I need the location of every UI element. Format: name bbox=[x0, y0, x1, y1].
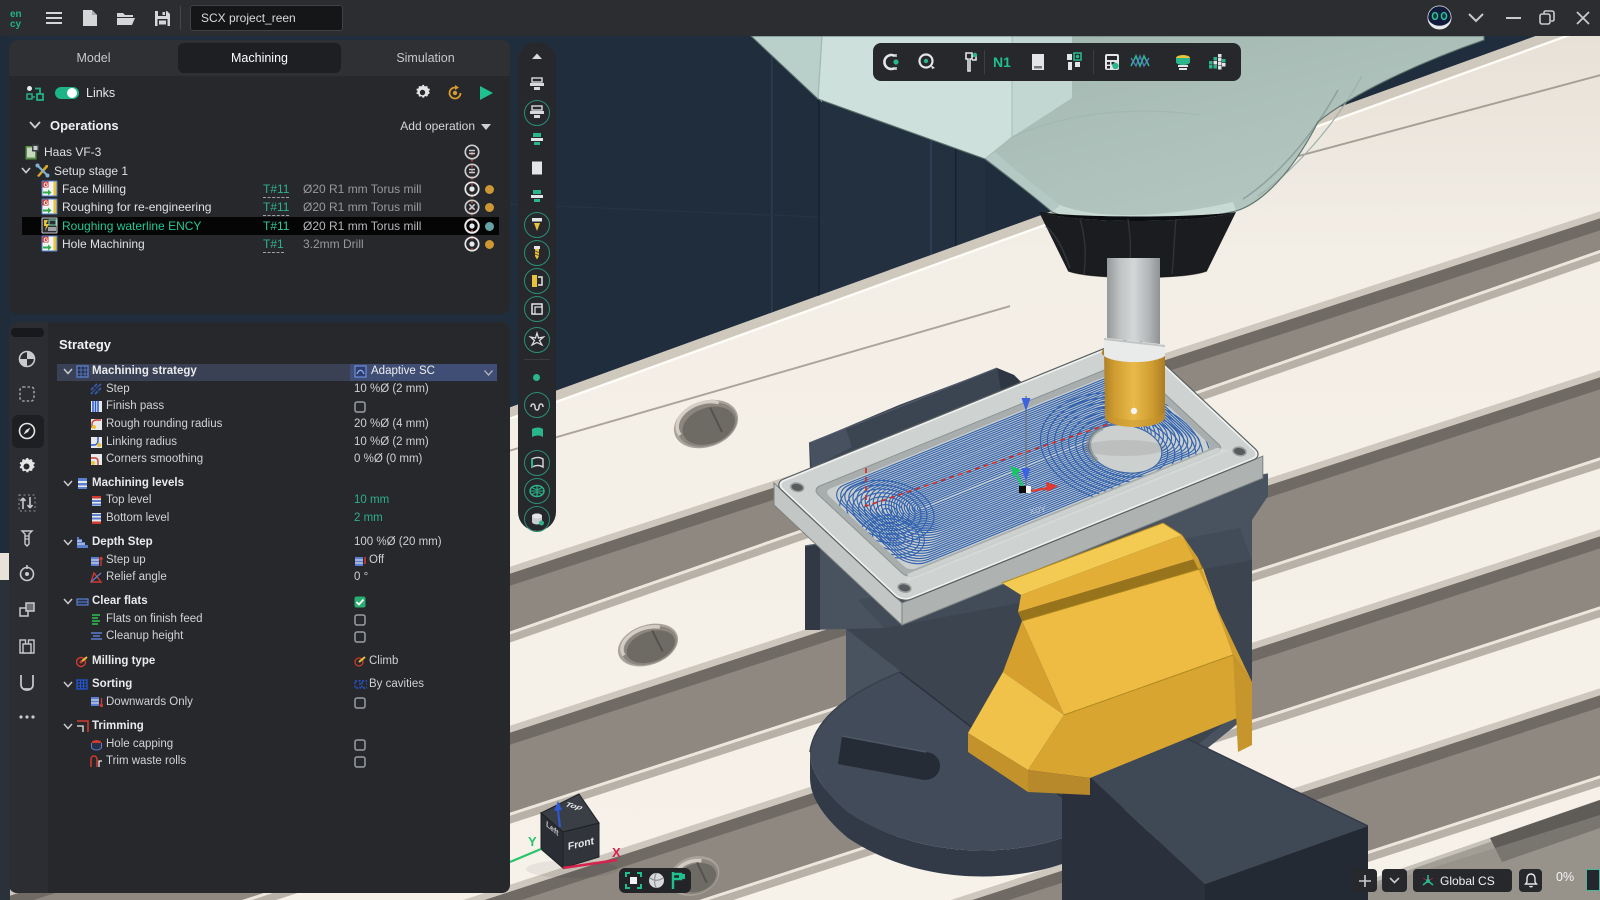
svg-text:X: X bbox=[612, 845, 621, 860]
svg-text:G: G bbox=[44, 183, 49, 189]
svg-text:G: G bbox=[44, 201, 49, 207]
svg-text:cy: cy bbox=[10, 19, 22, 29]
svg-text:Y: Y bbox=[528, 834, 537, 849]
svg-text:G: G bbox=[44, 238, 49, 244]
